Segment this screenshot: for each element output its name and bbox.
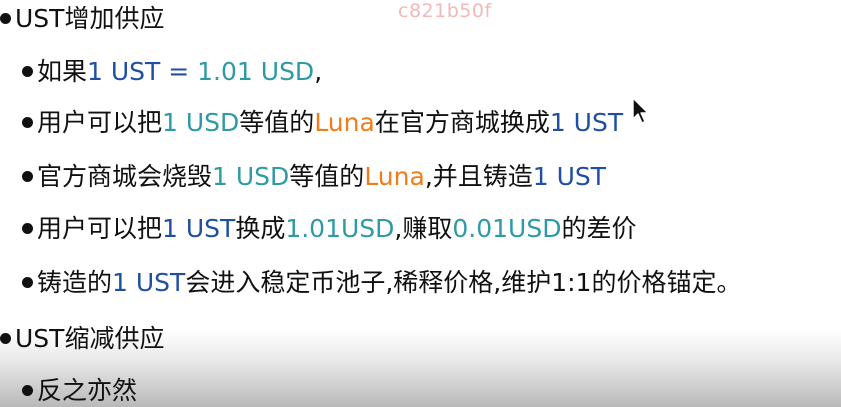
list-item: 官方商城会烧毁1 USD等值的Luna,并且铸造1 UST — [22, 162, 606, 192]
text-segment: 官方商城会烧毁 — [37, 162, 213, 191]
text-segment: 1 UST = — [87, 57, 198, 86]
mouse-cursor-icon — [632, 97, 649, 124]
text-segment: 等值的 — [239, 108, 315, 137]
heading-item: UST增加供应 — [0, 4, 164, 34]
bullet-icon — [22, 65, 33, 77]
text-segment: 1.01 USD — [197, 57, 315, 86]
list-item: 铸造的1 UST会进入稳定币池子,稀释价格,维护1:1的价格锚定。 — [22, 268, 741, 298]
list-item: 用户可以把1 USD等值的Luna在官方商城换成1 UST — [22, 108, 623, 138]
text-segment: 在官方商城换成 — [374, 108, 550, 137]
text-segment: UST增加供应 — [15, 4, 165, 33]
text-segment: 1 UST — [112, 268, 186, 297]
text-segment: 等值的 — [289, 162, 365, 191]
heading-item: UST缩减供应 — [0, 324, 164, 354]
text-segment: ,赚取 — [394, 214, 453, 243]
text-segment: 0.01USD — [452, 214, 562, 243]
text-segment: 换成 — [235, 214, 286, 243]
text-segment: 1 UST — [162, 214, 236, 243]
text-segment: Luna — [364, 162, 425, 191]
bullet-icon — [22, 276, 33, 288]
bullet-icon — [0, 332, 11, 344]
text-segment: 用户可以把 — [37, 214, 163, 243]
bullet-icon — [22, 222, 33, 234]
text-segment: 会进入稳定币池子,稀释价格,维护1:1的价格锚定。 — [185, 268, 742, 297]
list-item: 用户可以把1 UST换成1.01USD,赚取0.01USD的差价 — [22, 214, 636, 244]
text-segment: 的差价 — [561, 214, 637, 243]
list-item: 反之亦然 — [22, 376, 137, 406]
text-segment: UST缩减供应 — [15, 324, 165, 353]
text-segment: Luna — [314, 108, 375, 137]
text-segment: ,并且铸造 — [424, 162, 533, 191]
bullet-icon — [22, 170, 33, 182]
text-segment: 1.01USD — [285, 214, 395, 243]
list-item: 如果1 UST = 1.01 USD, — [22, 57, 322, 87]
bullet-icon — [0, 12, 11, 24]
text-segment: , — [314, 57, 323, 86]
watermark-text: c821b50f — [398, 0, 492, 22]
text-segment: 铸造的 — [37, 268, 113, 297]
bullet-icon — [22, 384, 33, 396]
slide: c821b50f UST增加供应如果1 UST = 1.01 USD, 用户可以把… — [0, 0, 841, 407]
text-segment: 如果 — [37, 57, 88, 86]
text-segment: 1 UST — [532, 162, 607, 191]
text-segment: 1 UST — [549, 108, 624, 137]
text-segment: 1 USD — [212, 162, 290, 191]
text-segment: 1 USD — [162, 108, 240, 137]
bullet-icon — [22, 116, 33, 128]
text-segment: 反之亦然 — [37, 376, 138, 405]
text-segment: 用户可以把 — [37, 108, 163, 137]
